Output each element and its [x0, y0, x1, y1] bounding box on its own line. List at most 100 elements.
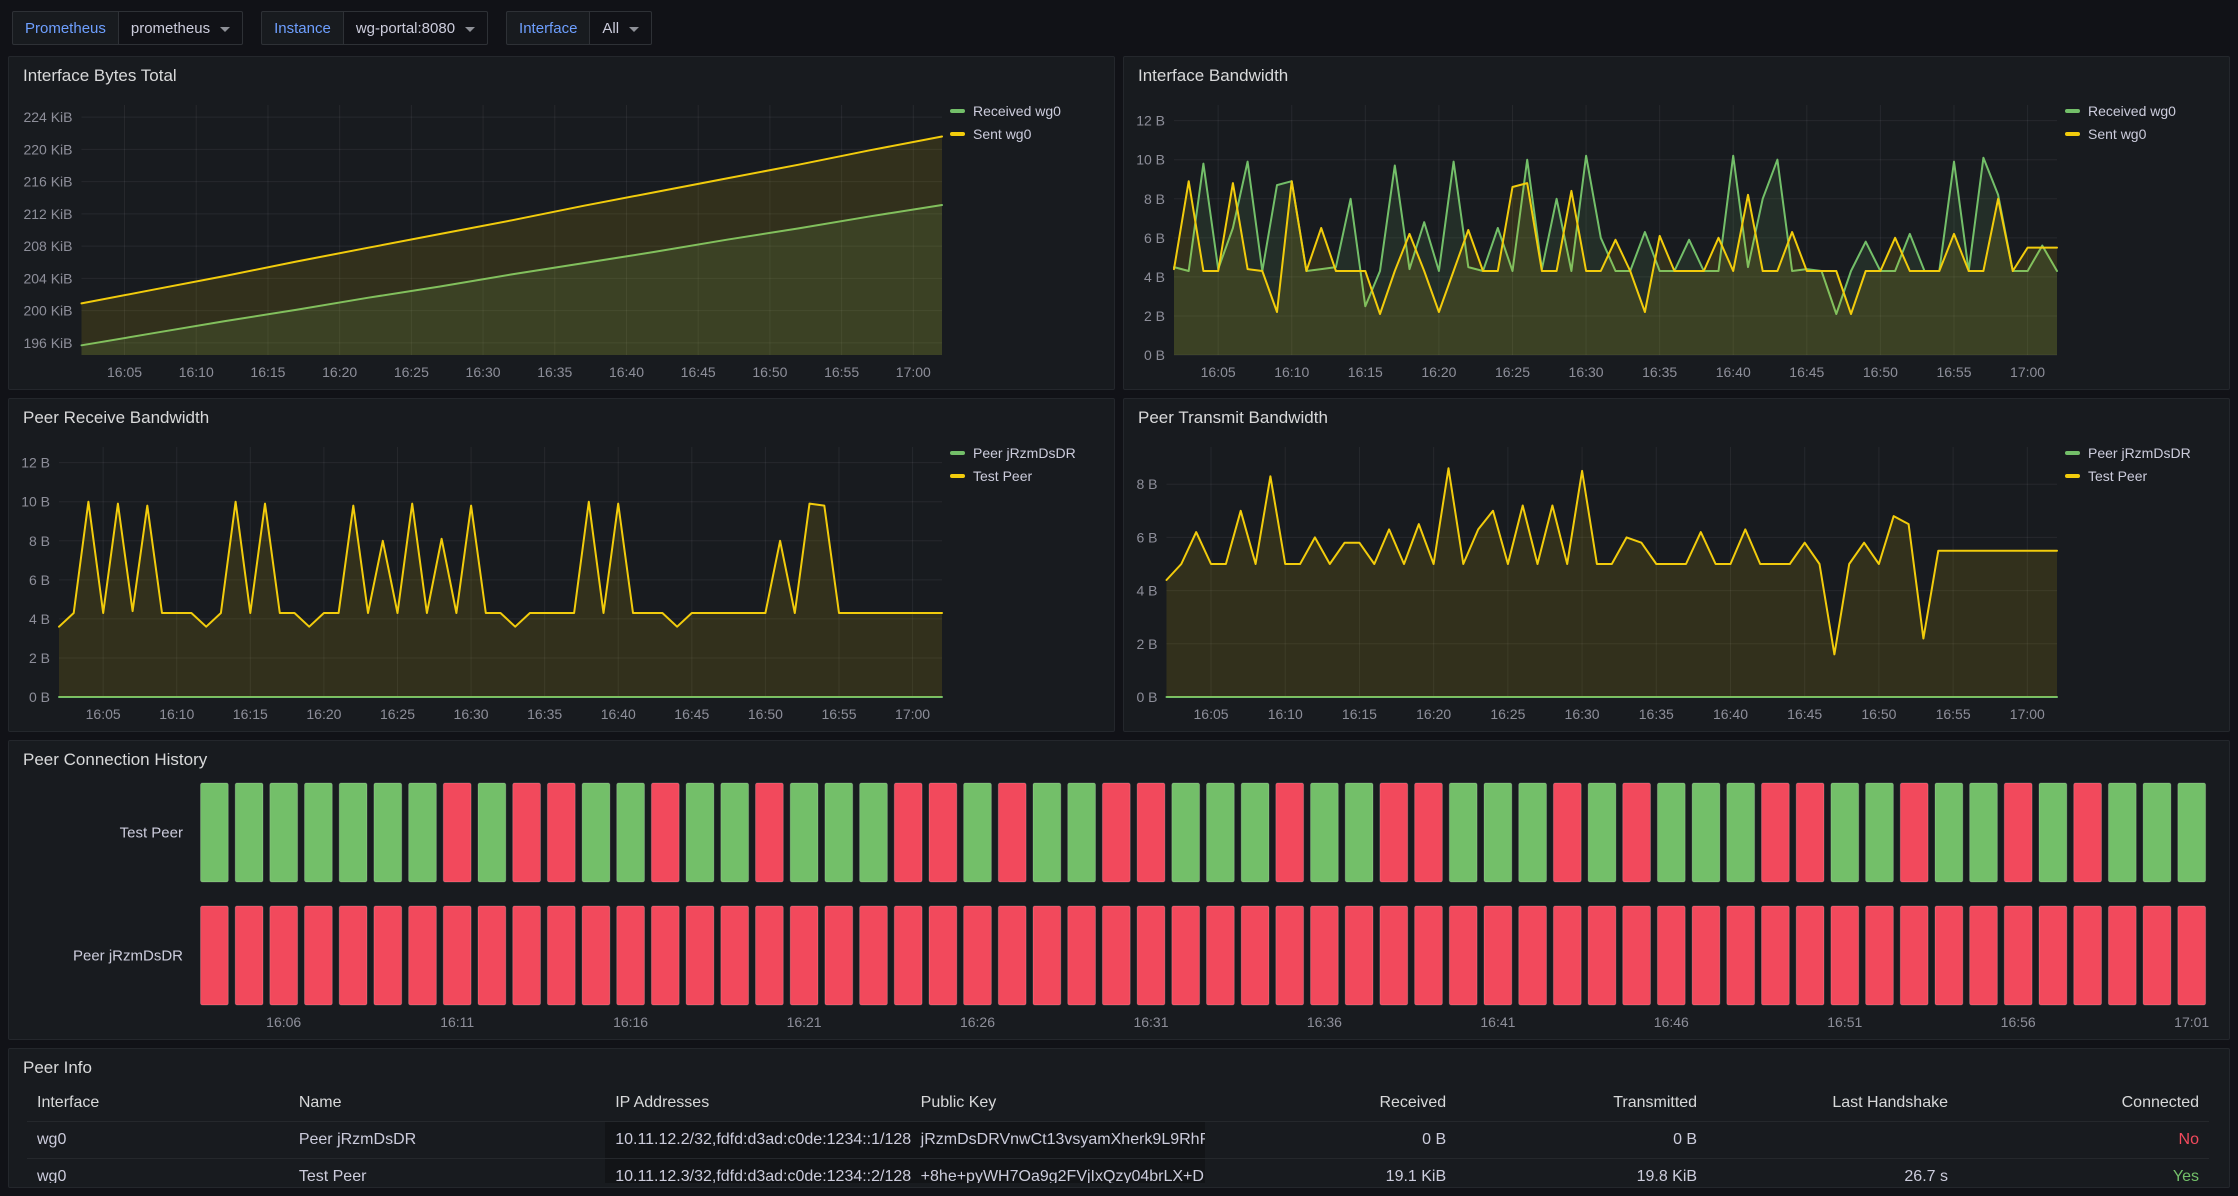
- table-header-name[interactable]: Name: [289, 1085, 605, 1122]
- status-bar-disconnected[interactable]: [929, 783, 957, 882]
- status-bar-connected[interactable]: [270, 783, 298, 882]
- status-bar-disconnected[interactable]: [1762, 906, 1790, 1005]
- status-bar-disconnected[interactable]: [235, 906, 263, 1005]
- status-bar-connected[interactable]: [305, 783, 333, 882]
- status-bar-disconnected[interactable]: [2004, 783, 2032, 882]
- status-bar-disconnected[interactable]: [790, 906, 818, 1005]
- status-bar-connected[interactable]: [1935, 783, 1963, 882]
- status-bar-disconnected[interactable]: [547, 783, 575, 882]
- chart-area-peer-connection-history[interactable]: Test PeerPeer jRzmDsDR16:0616:1116:1616:…: [13, 775, 2223, 1035]
- status-bar-connected[interactable]: [964, 783, 992, 882]
- status-bar-disconnected[interactable]: [2004, 906, 2032, 1005]
- status-bar-disconnected[interactable]: [1380, 783, 1408, 882]
- legend-item-sent-wg0[interactable]: Sent wg0: [950, 126, 1108, 142]
- chart-area-interface-bytes-total[interactable]: 196 KiB200 KiB204 KiB208 KiB212 KiB216 K…: [13, 91, 950, 385]
- status-bar-disconnected[interactable]: [1519, 906, 1547, 1005]
- status-bar-disconnected[interactable]: [1796, 906, 1824, 1005]
- table-header-received[interactable]: Received: [1205, 1085, 1456, 1122]
- table-header-transmitted[interactable]: Transmitted: [1456, 1085, 1707, 1122]
- status-bar-connected[interactable]: [1241, 783, 1269, 882]
- legend-item-test-peer[interactable]: Test Peer: [2065, 468, 2223, 484]
- status-bar-connected[interactable]: [860, 783, 888, 882]
- table-header-ip-addresses[interactable]: IP Addresses: [605, 1085, 910, 1122]
- status-bar-connected[interactable]: [686, 783, 714, 882]
- legend-item-peer-jrzmdsdr[interactable]: Peer jRzmDsDR: [950, 445, 1108, 461]
- status-bar-disconnected[interactable]: [1276, 783, 1304, 882]
- status-bar-disconnected[interactable]: [825, 906, 853, 1005]
- variable-instance-dropdown[interactable]: wg-portal:8080: [344, 11, 488, 45]
- status-bar-disconnected[interactable]: [1553, 783, 1581, 882]
- chart-canvas[interactable]: Test PeerPeer jRzmDsDR16:0616:1116:1616:…: [13, 775, 2223, 1035]
- legend-item-sent-wg0[interactable]: Sent wg0: [2065, 126, 2223, 142]
- status-bar-disconnected[interactable]: [2074, 906, 2102, 1005]
- status-bar-connected[interactable]: [721, 783, 749, 882]
- status-bar-disconnected[interactable]: [1276, 906, 1304, 1005]
- status-bar-disconnected[interactable]: [998, 783, 1026, 882]
- status-bar-disconnected[interactable]: [1484, 906, 1512, 1005]
- variable-interface-dropdown[interactable]: All: [590, 11, 652, 45]
- status-bar-connected[interactable]: [1692, 783, 1720, 882]
- table-header-interface[interactable]: Interface: [27, 1085, 289, 1122]
- panel-title-peer-receive-bandwidth[interactable]: Peer Receive Bandwidth: [9, 399, 1114, 433]
- status-bar-disconnected[interactable]: [998, 906, 1026, 1005]
- legend-item-received-wg0[interactable]: Received wg0: [2065, 103, 2223, 119]
- status-bar-disconnected[interactable]: [1727, 906, 1755, 1005]
- status-bar-disconnected[interactable]: [1762, 783, 1790, 882]
- status-bar-connected[interactable]: [2039, 783, 2067, 882]
- status-bar-disconnected[interactable]: [2178, 906, 2206, 1005]
- status-bar-disconnected[interactable]: [1657, 906, 1685, 1005]
- chart-canvas[interactable]: 0 B2 B4 B6 B8 B16:0516:1016:1516:2016:25…: [1128, 433, 2065, 727]
- status-bar-disconnected[interactable]: [270, 906, 298, 1005]
- status-bar-disconnected[interactable]: [201, 906, 229, 1005]
- status-bar-disconnected[interactable]: [721, 906, 749, 1005]
- status-bar-connected[interactable]: [617, 783, 645, 882]
- status-bar-disconnected[interactable]: [1900, 783, 1928, 882]
- legend-item-received-wg0[interactable]: Received wg0: [950, 103, 1108, 119]
- legend-item-peer-jrzmdsdr[interactable]: Peer jRzmDsDR: [2065, 445, 2223, 461]
- status-bar-disconnected[interactable]: [547, 906, 575, 1005]
- status-bar-disconnected[interactable]: [478, 906, 506, 1005]
- chart-area-peer-transmit-bandwidth[interactable]: 0 B2 B4 B6 B8 B16:0516:1016:1516:2016:25…: [1128, 433, 2065, 727]
- status-bar-disconnected[interactable]: [1033, 906, 1061, 1005]
- status-bar-disconnected[interactable]: [756, 906, 784, 1005]
- status-bar-disconnected[interactable]: [686, 906, 714, 1005]
- status-bar-connected[interactable]: [1068, 783, 1096, 882]
- chart-area-interface-bandwidth[interactable]: 0 B2 B4 B6 B8 B10 B12 B16:0516:1016:1516…: [1128, 91, 2065, 385]
- variable-prometheus-dropdown[interactable]: prometheus: [119, 11, 243, 45]
- status-bar-disconnected[interactable]: [1623, 906, 1651, 1005]
- table-header-connected[interactable]: Connected: [1958, 1085, 2209, 1122]
- status-bar-disconnected[interactable]: [1415, 783, 1443, 882]
- status-bar-connected[interactable]: [1311, 783, 1339, 882]
- status-bar-connected[interactable]: [1519, 783, 1547, 882]
- status-bar-connected[interactable]: [2108, 783, 2136, 882]
- panel-title-interface-bandwidth[interactable]: Interface Bandwidth: [1124, 57, 2229, 91]
- chart-area-peer-receive-bandwidth[interactable]: 0 B2 B4 B6 B8 B10 B12 B16:0516:1016:1516…: [13, 433, 950, 727]
- status-bar-disconnected[interactable]: [894, 906, 922, 1005]
- status-bar-disconnected[interactable]: [305, 906, 333, 1005]
- status-bar-disconnected[interactable]: [339, 906, 367, 1005]
- status-bar-disconnected[interactable]: [1796, 783, 1824, 882]
- status-bar-disconnected[interactable]: [1137, 783, 1165, 882]
- status-bar-disconnected[interactable]: [1345, 906, 1373, 1005]
- panel-title-interface-bytes-total[interactable]: Interface Bytes Total: [9, 57, 1114, 91]
- status-bar-connected[interactable]: [2143, 783, 2171, 882]
- status-bar-disconnected[interactable]: [894, 783, 922, 882]
- status-bar-disconnected[interactable]: [1831, 906, 1859, 1005]
- status-bar-disconnected[interactable]: [1068, 906, 1096, 1005]
- status-bar-disconnected[interactable]: [617, 906, 645, 1005]
- status-bar-connected[interactable]: [1207, 783, 1235, 882]
- table-header-last-handshake[interactable]: Last Handshake: [1707, 1085, 1958, 1122]
- status-bar-disconnected[interactable]: [1935, 906, 1963, 1005]
- status-bar-disconnected[interactable]: [2074, 783, 2102, 882]
- status-bar-connected[interactable]: [2178, 783, 2206, 882]
- status-bar-disconnected[interactable]: [2039, 906, 2067, 1005]
- status-bar-connected[interactable]: [1345, 783, 1373, 882]
- status-bar-disconnected[interactable]: [1588, 906, 1616, 1005]
- status-bar-disconnected[interactable]: [2108, 906, 2136, 1005]
- status-bar-connected[interactable]: [1657, 783, 1685, 882]
- status-bar-disconnected[interactable]: [1449, 906, 1477, 1005]
- table-header-public-key[interactable]: Public Key: [911, 1085, 1206, 1122]
- status-bar-connected[interactable]: [790, 783, 818, 882]
- status-bar-disconnected[interactable]: [1311, 906, 1339, 1005]
- status-bar-disconnected[interactable]: [1102, 783, 1130, 882]
